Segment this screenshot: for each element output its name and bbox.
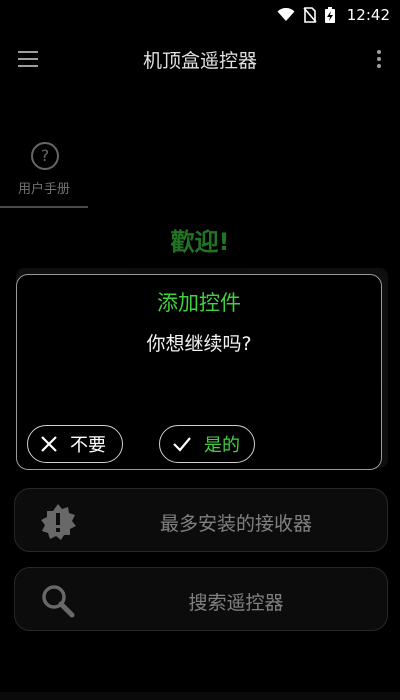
app-bar: 机顶盒遥控器 [0,30,400,86]
action-label: 搜索遥控器 [188,592,284,614]
dialog-title: 添加控件 [157,291,241,315]
action-label: 最多安装的接收器 [159,513,312,535]
page-title: 机顶盒遥控器 [142,50,257,72]
close-icon [41,436,57,452]
check-icon [173,437,191,452]
welcome-heading: 歡迎! [170,228,230,256]
app-screen: 12:42 机顶盒遥控器 ? 用户手册 歡迎! 最多安装的接收器 搜索遥控器 添… [0,0,400,700]
dialog-negative-label: 不要 [70,435,106,456]
dialog-negative-button[interactable]: 不要 [27,425,123,463]
dialog-positive-label: 是的 [204,435,240,456]
search-remote-button[interactable]: 搜索遥控器 [14,567,388,631]
alert-badge-icon [41,504,76,540]
help-circle-icon: ? [31,142,59,170]
nav-bar-strip [0,692,400,700]
wifi-icon [277,8,295,21]
tab-indicator [0,206,88,208]
more-vert-icon[interactable] [376,48,382,70]
tab-user-manual[interactable]: ? 用户手册 [0,138,88,210]
battery-charging-icon [324,7,335,23]
status-bar: 12:42 [0,0,400,30]
dialog-positive-button[interactable]: 是的 [159,425,255,463]
tab-label: 用户手册 [17,182,70,197]
status-time: 12:42 [346,6,390,24]
add-widget-dialog: 添加控件 你想继续吗? 不要 是的 [16,274,382,470]
sim-icon [303,7,317,23]
search-icon [42,585,75,618]
most-installed-receivers-button[interactable]: 最多安装的接收器 [14,488,388,552]
dialog-message: 你想继续吗? [146,333,252,355]
